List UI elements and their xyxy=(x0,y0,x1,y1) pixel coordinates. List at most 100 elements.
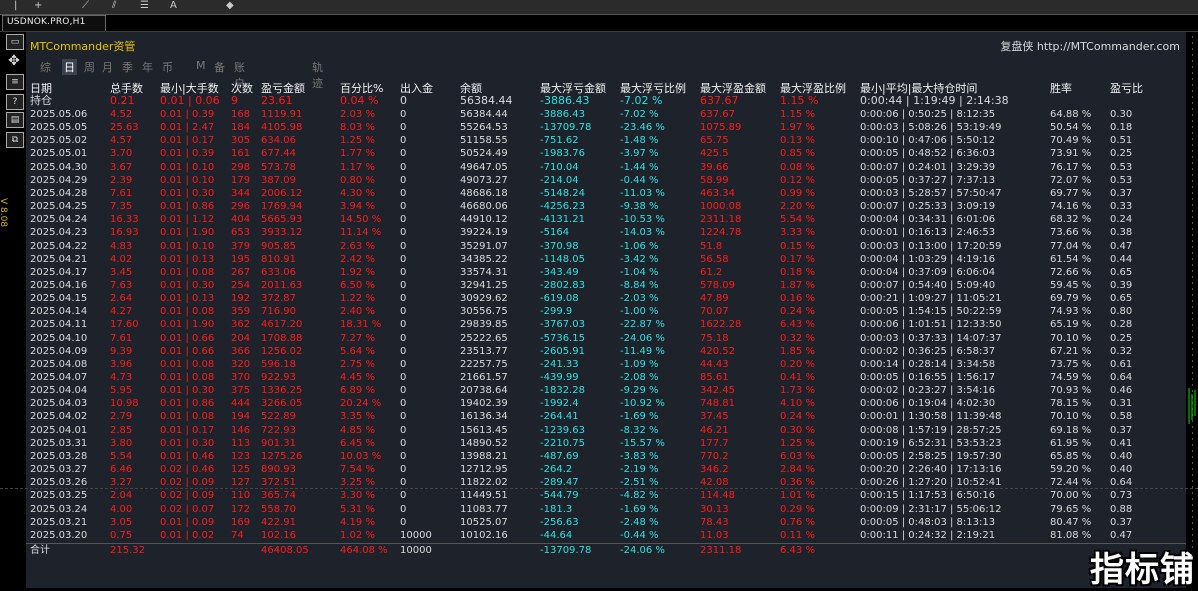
table-row[interactable]: 2025.04.29 2.39 0.01 | 0.10 179 387.09 0.80 %… xyxy=(26,174,1186,187)
table-row[interactable]: 2025.04.02 2.79 0.01 | 0.08 194 522.89 3.35 %… xyxy=(26,410,1186,423)
tab-7[interactable]: M xyxy=(196,59,206,72)
table-row[interactable]: 2025.05.05 25.63 0.01 | 2.47 184 4105.98 8.03… xyxy=(26,121,1186,134)
cell-date: 合计 xyxy=(30,544,50,556)
cell-percent: 3.35 % xyxy=(340,411,375,423)
tab-10[interactable]: 轨迹 xyxy=(312,59,323,91)
cell-max-float-profit: 114.48 xyxy=(700,490,735,502)
cell-max-float-loss: -544.79 xyxy=(540,490,579,502)
cell-max-float-loss: -1983.76 xyxy=(540,148,585,160)
cell-max-float-loss-pct: -22.87 % xyxy=(620,319,665,331)
cell-hold-time: 0:00:08 | 1:57:19 | 28:57:25 xyxy=(860,424,1002,436)
panel-link[interactable]: 复盘侠 http://MTCommander.com xyxy=(1000,38,1180,54)
table-row[interactable]: 2025.05.06 4.52 0.01 | 0.39 168 1119.91 2.03 … xyxy=(26,108,1186,121)
scale-tick xyxy=(1192,138,1193,140)
cursor-icon[interactable]: | xyxy=(14,0,17,12)
cell-percent: 0.80 % xyxy=(340,174,375,186)
table-row[interactable]: 2025.04.21 4.02 0.01 | 0.13 195 810.91 2.42 %… xyxy=(26,253,1186,266)
cell-max-float-profit: 2311.18 xyxy=(700,214,742,226)
table-row[interactable]: 2025.04.14 4.27 0.01 | 0.08 359 716.90 2.40 %… xyxy=(26,305,1186,318)
tab-1[interactable]: 日 xyxy=(62,59,77,75)
scale-tick xyxy=(1192,504,1193,506)
cell-balance: 21661.57 xyxy=(460,372,508,383)
table-row[interactable]: 2025.04.04 5.95 0.01 | 0.30 375 1336.25 6.89 … xyxy=(26,384,1186,397)
symbol-tab[interactable]: USDNOK.PRO,H1 xyxy=(2,15,106,32)
channel-icon[interactable]: ⫽ xyxy=(112,0,116,12)
arrows-icon[interactable]: ◆ xyxy=(226,0,234,12)
text-icon[interactable]: A xyxy=(170,0,177,12)
cell-pl-ratio: 0.40 xyxy=(1110,464,1133,476)
table-row[interactable]: 2025.05.01 3.70 0.01 | 0.39 161 677.44 1.77 %… xyxy=(26,147,1186,160)
table-row[interactable]: 2025.04.16 7.63 0.01 | 0.30 254 2011.63 6.50 … xyxy=(26,279,1186,292)
scale-tick xyxy=(1192,120,1193,122)
scale-tick xyxy=(1192,60,1193,62)
table-row[interactable]: 2025.04.11 17.60 0.01 | 1.90 362 4617.20 18.3… xyxy=(26,318,1186,331)
table-row[interactable]: 2025.03.28 5.54 0.01 | 0.46 123 1275.26 10.03… xyxy=(26,450,1186,463)
table-row[interactable]: 2025.04.01 2.85 0.01 | 0.17 146 722.93 4.85 %… xyxy=(26,424,1186,437)
cell-max-float-loss-pct: -1.48 % xyxy=(620,135,659,147)
trendline-icon[interactable]: ⟋ xyxy=(82,0,89,12)
table-row[interactable]: 2025.04.10 7.61 0.01 | 0.66 204 1708.88 7.27 … xyxy=(26,332,1186,345)
cell-max-float-loss-pct: -1.09 % xyxy=(620,358,659,370)
table-row[interactable]: 2025.04.22 4.83 0.01 | 0.10 379 905.85 2.63 %… xyxy=(26,240,1186,253)
cell-max-float-profit: 30.13 xyxy=(700,503,729,515)
table-row[interactable]: 2025.05.02 4.57 0.01 | 0.17 305 634.06 1.25 %… xyxy=(26,134,1186,147)
cell-max-float-loss-pct: -14.03 % xyxy=(620,227,665,239)
holding-row[interactable]: 持仓 0.21 0.01 | 0.06 9 23.61 0.04 % 0 56384.44 -3… xyxy=(26,94,1186,107)
table-row[interactable]: 2025.04.03 10.98 0.01 | 0.86 444 3266.05 20.2… xyxy=(26,397,1186,410)
settings-icon[interactable]: ⧉ xyxy=(6,132,24,148)
table-row[interactable]: 2025.04.08 3.96 0.01 | 0.08 320 596.18 2.75 %… xyxy=(26,358,1186,371)
cell-count: 404 xyxy=(231,214,251,226)
table-row[interactable]: 2025.04.25 7.35 0.01 | 0.86 296 1769.94 3.94 … xyxy=(26,200,1186,213)
cell-count: 9 xyxy=(231,94,238,107)
table-row[interactable]: 2025.03.20 0.75 0.01 | 0.02 74 102.16 1.02 % 1… xyxy=(26,529,1186,542)
total-row[interactable]: 合计 215.32 46408.05 464.08 % 10000 -13709.78 -2… xyxy=(26,542,1186,557)
cell-min-max-lots: 0.01 | 2.47 xyxy=(160,122,215,134)
tab-8[interactable]: 备 xyxy=(214,59,225,75)
scale-tick xyxy=(1192,114,1193,116)
cell-balance: 22257.75 xyxy=(460,358,508,370)
table-row[interactable]: 2025.04.23 16.93 0.01 | 1.90 653 3933.12 11.1… xyxy=(26,226,1186,239)
cell-total-lots: 25.63 xyxy=(110,122,139,134)
cell-percent: 464.08 % xyxy=(340,544,388,556)
cell-min-max-lots: 0.01 | 0.39 xyxy=(160,148,215,160)
cell-balance: 32941.25 xyxy=(460,279,508,291)
table-row[interactable]: 2025.03.27 6.46 0.02 | 0.46 125 890.93 7.54 %… xyxy=(26,463,1186,476)
table-icon[interactable]: ▤ xyxy=(6,112,24,128)
table-row[interactable]: 2025.03.31 3.80 0.01 | 0.30 113 901.31 6.45 %… xyxy=(26,437,1186,450)
cell-date: 2025.03.25 xyxy=(30,490,88,502)
table-row[interactable]: 2025.04.30 3.67 0.01 | 0.10 298 573.78 1.17 %… xyxy=(26,161,1186,174)
move-icon[interactable]: ✥ xyxy=(6,54,22,68)
list-icon[interactable]: ≡ xyxy=(6,74,24,90)
tab-6[interactable]: 币 xyxy=(162,59,173,75)
table-row[interactable]: 2025.03.24 4.00 0.02 | 0.07 172 558.70 5.31 %… xyxy=(26,503,1186,516)
cell-max-float-loss-pct: -3.83 % xyxy=(620,450,659,462)
cell-win-rate: 69.79 % xyxy=(1050,293,1092,305)
help-icon[interactable]: ? xyxy=(6,94,24,110)
cell-pnl: 387.09 xyxy=(261,174,296,186)
tab-3[interactable]: 月 xyxy=(102,59,113,75)
cell-count: 195 xyxy=(231,253,251,265)
crosshair-icon[interactable]: + xyxy=(34,0,42,12)
cell-max-float-profit: 1000.08 xyxy=(700,201,742,213)
minimize-icon[interactable]: ▭ xyxy=(6,34,24,50)
cell-date: 2025.04.11 xyxy=(30,319,88,331)
table-row[interactable]: 2025.04.17 3.45 0.01 | 0.08 267 633.06 1.92 %… xyxy=(26,266,1186,279)
cell-percent: 1.92 % xyxy=(340,266,375,278)
tab-4[interactable]: 季 xyxy=(122,59,133,75)
cell-max-float-loss-pct: -2.03 % xyxy=(620,293,659,305)
cell-pnl: 372.87 xyxy=(261,293,296,305)
table-row[interactable]: 2025.04.24 16.33 0.01 | 1.12 404 5665.93 14.5… xyxy=(26,213,1186,226)
cell-pnl: 596.18 xyxy=(261,358,296,370)
cell-balance: 48686.18 xyxy=(460,187,508,199)
tab-5[interactable]: 年 xyxy=(142,59,153,75)
tab-0[interactable]: 综 xyxy=(40,59,51,75)
table-row[interactable]: 2025.04.09 9.39 0.01 | 0.66 366 1256.02 5.64 … xyxy=(26,345,1186,358)
table-row[interactable]: 2025.03.25 2.04 0.02 | 0.09 110 365.74 3.30 %… xyxy=(26,489,1186,502)
table-row[interactable]: 2025.04.28 7.61 0.01 | 0.30 344 2006.12 4.30 … xyxy=(26,187,1186,200)
fibo-icon[interactable]: ☰ xyxy=(140,0,149,12)
cell-pl-ratio: 0.88 xyxy=(1110,503,1133,515)
table-row[interactable]: 2025.04.07 4.73 0.01 | 0.08 370 922.93 4.45 %… xyxy=(26,371,1186,384)
tab-2[interactable]: 周 xyxy=(84,59,95,75)
table-row[interactable]: 2025.03.21 3.05 0.01 | 0.09 169 422.91 4.19 %… xyxy=(26,516,1186,529)
table-row[interactable]: 2025.04.15 2.64 0.01 | 0.13 192 372.87 1.22 %… xyxy=(26,292,1186,305)
